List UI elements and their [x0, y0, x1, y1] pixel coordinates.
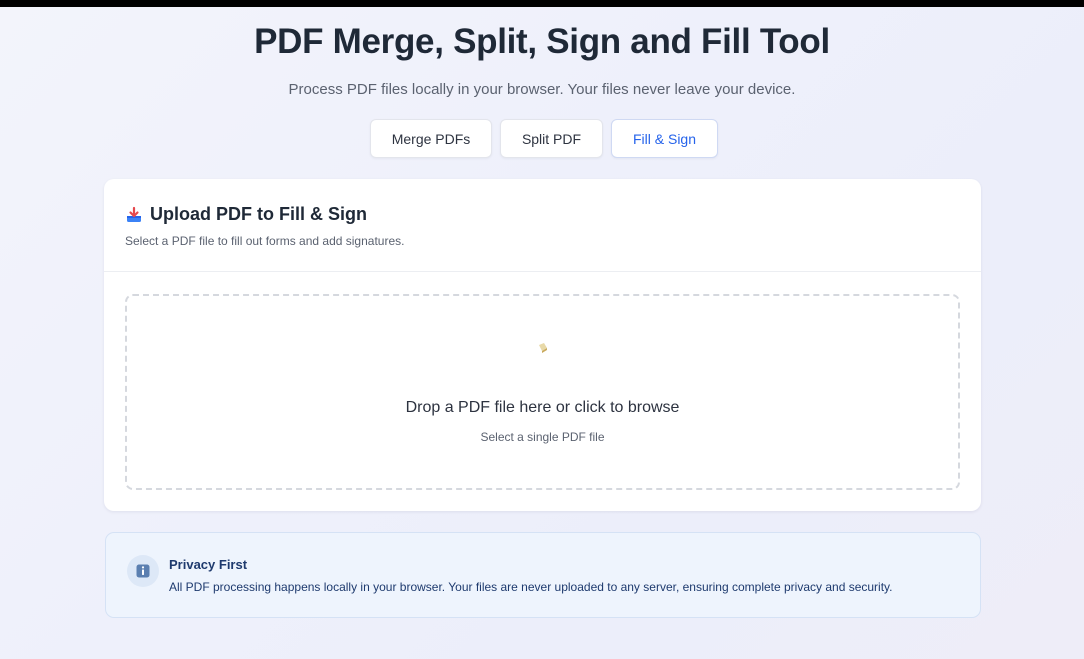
dropzone-subtitle: Select a single PDF file	[480, 430, 605, 444]
tab-fill-sign[interactable]: Fill & Sign	[611, 119, 718, 158]
tab-bar: Merge PDFs Split PDF Fill & Sign	[370, 119, 718, 158]
page-title: PDF Merge, Split, Sign and Fill Tool	[254, 22, 830, 61]
tab-merge-pdfs[interactable]: Merge PDFs	[370, 119, 492, 158]
tab-split-pdf[interactable]: Split PDF	[500, 119, 603, 158]
page-subtitle: Process PDF files locally in your browse…	[288, 81, 796, 98]
upload-card-description: Select a PDF file to fill out forms and …	[125, 234, 405, 248]
top-bar	[0, 0, 1084, 7]
file-icon	[537, 341, 549, 353]
pdf-dropzone[interactable]: Drop a PDF file here or click to browse …	[125, 294, 960, 490]
inbox-tray-icon	[125, 206, 143, 224]
info-icon	[127, 555, 159, 587]
privacy-notice: Privacy First All PDF processing happens…	[105, 532, 981, 618]
upload-card: Upload PDF to Fill & Sign Select a PDF f…	[104, 179, 981, 511]
upload-card-header: Upload PDF to Fill & Sign Select a PDF f…	[104, 179, 981, 272]
upload-card-title-row: Upload PDF to Fill & Sign	[125, 204, 367, 225]
privacy-title: Privacy First	[169, 557, 248, 572]
upload-card-title: Upload PDF to Fill & Sign	[150, 204, 367, 224]
dropzone-title: Drop a PDF file here or click to browse	[405, 399, 680, 416]
privacy-text: All PDF processing happens locally in yo…	[169, 580, 893, 594]
